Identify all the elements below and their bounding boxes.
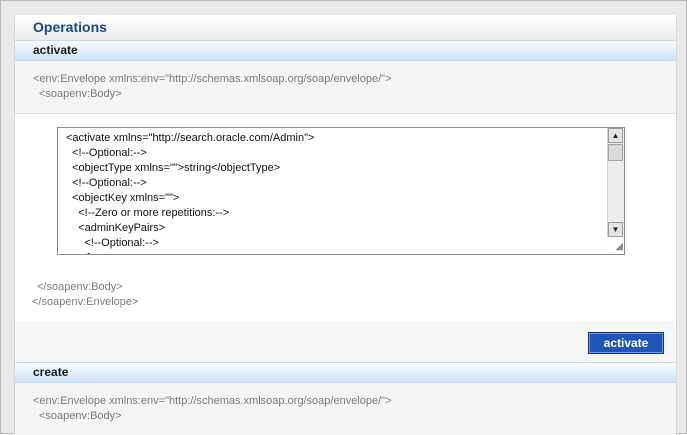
xml-line: < (66, 250, 90, 254)
section-header-create[interactable]: create (15, 362, 676, 383)
envelope-close-tag: </soapenv:Envelope> (32, 296, 139, 308)
section-header-activate[interactable]: activate (15, 40, 676, 61)
activate-action-bar: activate (15, 321, 676, 361)
window-frame: Operations activate <env:Envelope xmlns:… (0, 0, 687, 435)
scrollbar-thumb[interactable] (608, 144, 623, 161)
section-label-create: create (33, 365, 69, 379)
scroll-up-arrow-icon[interactable]: ▲ (608, 128, 623, 143)
xml-line: <objectKey xmlns=""> (66, 192, 180, 204)
body-open-tag: <soapenv:Body> (39, 88, 122, 100)
xml-line: <!--Optional:--> (66, 147, 147, 159)
envelope-open-tag: <env:Envelope xmlns:env="http://schemas.… (33, 395, 392, 407)
xml-line: <objectType xmlns="">string</objectType> (66, 162, 281, 174)
request-xml-content[interactable]: <activate xmlns="http://search.oracle.co… (58, 128, 606, 254)
envelope-open-tag: <env:Envelope xmlns:env="http://schemas.… (33, 73, 392, 85)
request-xml-editor[interactable]: <activate xmlns="http://search.oracle.co… (57, 127, 625, 255)
resize-grip-icon[interactable]: ◢ (611, 241, 623, 253)
xml-line: <activate xmlns="http://search.oracle.co… (66, 132, 315, 144)
xml-line: <!--Optional:--> (66, 237, 159, 249)
activate-envelope-header: <env:Envelope xmlns:env="http://schemas.… (15, 61, 676, 114)
xml-line: <!--Optional:--> (66, 177, 147, 189)
operations-header: Operations (15, 15, 676, 41)
xml-line: <adminKeyPairs> (66, 222, 166, 234)
xml-line: <!--Zero or more repetitions:--> (66, 207, 230, 219)
activate-button[interactable]: activate (588, 332, 664, 354)
create-envelope-header: <env:Envelope xmlns:env="http://schemas.… (15, 383, 676, 435)
operations-title: Operations (33, 19, 107, 35)
section-label-activate: activate (33, 43, 78, 57)
operations-panel: Operations activate <env:Envelope xmlns:… (14, 15, 677, 435)
scroll-down-arrow-icon[interactable]: ▼ (608, 222, 623, 237)
body-open-tag: <soapenv:Body> (39, 410, 122, 422)
body-close-tag: </soapenv:Body> (37, 281, 123, 293)
editor-vertical-scrollbar[interactable]: ▲ ▼ (607, 128, 624, 237)
